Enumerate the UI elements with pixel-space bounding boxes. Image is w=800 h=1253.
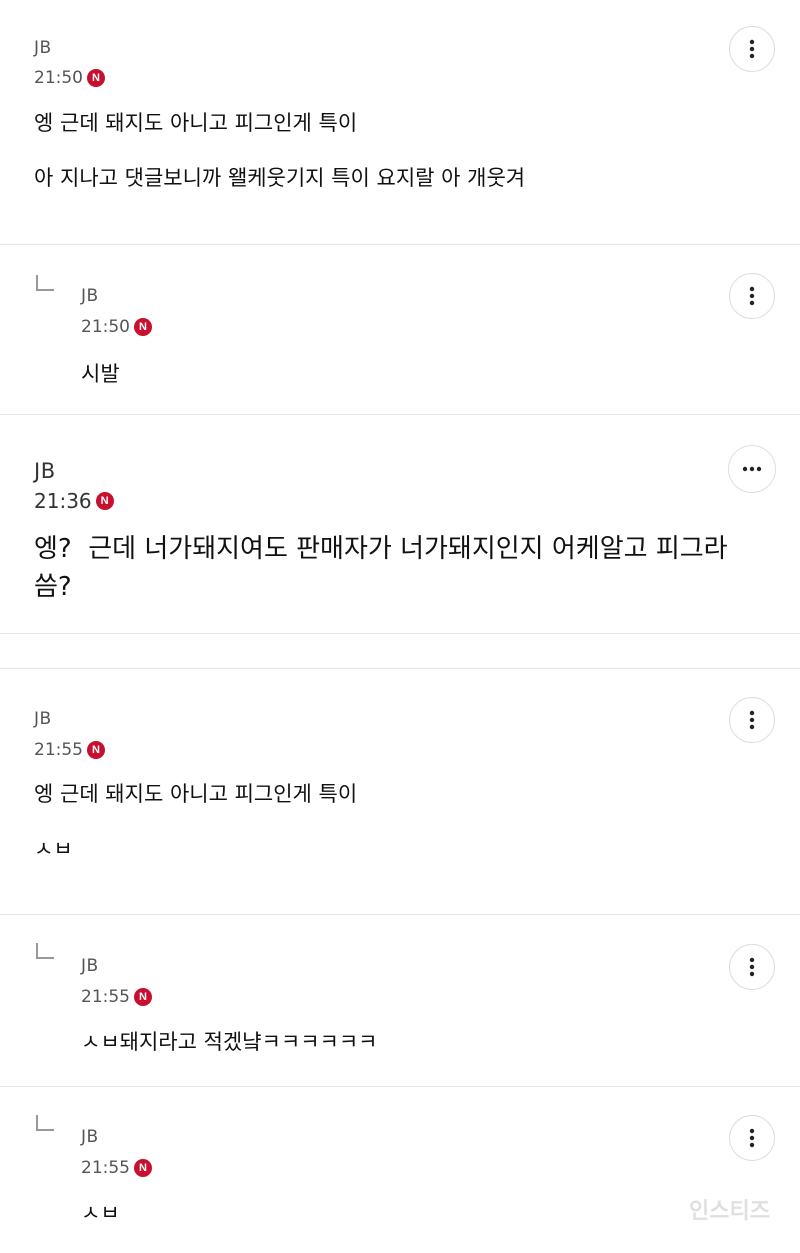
more-vertical-icon	[749, 286, 755, 306]
reply-item: JB 21:55 N ㅅㅂ돼지라고 적겠냨ㅋㅋㅋㅋㅋㅋ	[0, 915, 800, 1086]
new-badge-icon: N	[95, 492, 114, 510]
new-badge-icon: N	[134, 1159, 152, 1177]
reply-item: JB 21:50 N 시발	[0, 245, 800, 415]
reply-arrow-icon	[36, 943, 54, 959]
comment-time: 21:55	[81, 1158, 130, 1178]
comment-meta: 21:55 N	[34, 740, 105, 760]
more-vertical-icon	[749, 39, 755, 59]
comment-author[interactable]: JB	[81, 1127, 99, 1147]
more-horizontal-icon	[742, 466, 762, 472]
comment-text: 시발	[81, 362, 120, 386]
more-options-button[interactable]	[729, 697, 775, 743]
comment-item: JB 21:50 N 엥 근데 돼지도 아니고 피그인게 특이 아 지나고 댓글…	[0, 0, 800, 245]
comment-author[interactable]: JB	[81, 286, 99, 306]
comment-meta: 21:50 N	[34, 68, 105, 88]
comment-time: 21:36	[34, 489, 92, 513]
comment-author[interactable]: JB	[34, 709, 52, 729]
comment-text: 엥 근데 돼지도 아니고 피그인게 특이 아 지나고 댓글보니까 왤케웃기지 특…	[34, 111, 526, 190]
comment-item: JB 21:36 N 엥? 근데 너가돼지여도 판매자가 너가돼지인지 어케알고…	[0, 415, 800, 635]
new-badge-icon: N	[87, 69, 105, 87]
comment-time: 21:55	[81, 987, 130, 1007]
comment-text: ㅅㅂ	[81, 1201, 120, 1225]
reply-arrow-icon	[36, 1115, 54, 1131]
more-vertical-icon	[749, 1128, 755, 1148]
more-vertical-icon	[749, 710, 755, 730]
more-options-button[interactable]	[729, 26, 775, 72]
comment-author[interactable]: JB	[34, 38, 52, 58]
more-options-button[interactable]	[729, 944, 775, 990]
comment-text: 엥? 근데 너가돼지여도 판매자가 너가돼지인지 어케알고 피그라 씀?	[34, 534, 728, 602]
more-options-button[interactable]	[729, 273, 775, 319]
comment-text: ㅅㅂ돼지라고 적겠냨ㅋㅋㅋㅋㅋㅋ	[81, 1030, 378, 1054]
reply-item: JB 21:55 N ㅅㅂ	[0, 1087, 800, 1253]
more-options-button[interactable]	[728, 445, 776, 493]
comment-time: 21:55	[34, 740, 83, 760]
comment-meta: 21:36 N	[34, 489, 114, 513]
site-watermark: 인스티즈	[689, 1199, 770, 1224]
more-vertical-icon	[749, 957, 755, 977]
divider	[0, 633, 800, 634]
new-badge-icon: N	[134, 988, 152, 1006]
comment-text: 엥 근데 돼지도 아니고 피그인게 특이 ㅅㅂ	[34, 782, 358, 861]
comment-author[interactable]: JB	[34, 459, 56, 483]
comment-meta: 21:55 N	[81, 987, 152, 1007]
comment-time: 21:50	[34, 68, 83, 88]
reply-arrow-icon	[36, 275, 54, 291]
more-options-button[interactable]	[729, 1115, 775, 1161]
comment-author[interactable]: JB	[81, 956, 99, 976]
comment-meta: 21:50 N	[81, 317, 152, 337]
new-badge-icon: N	[87, 741, 105, 759]
new-badge-icon: N	[134, 318, 152, 336]
comment-meta: 21:55 N	[81, 1158, 152, 1178]
comment-item: JB 21:55 N 엥 근데 돼지도 아니고 피그인게 특이 ㅅㅂ	[0, 669, 800, 915]
comment-time: 21:50	[81, 317, 130, 337]
